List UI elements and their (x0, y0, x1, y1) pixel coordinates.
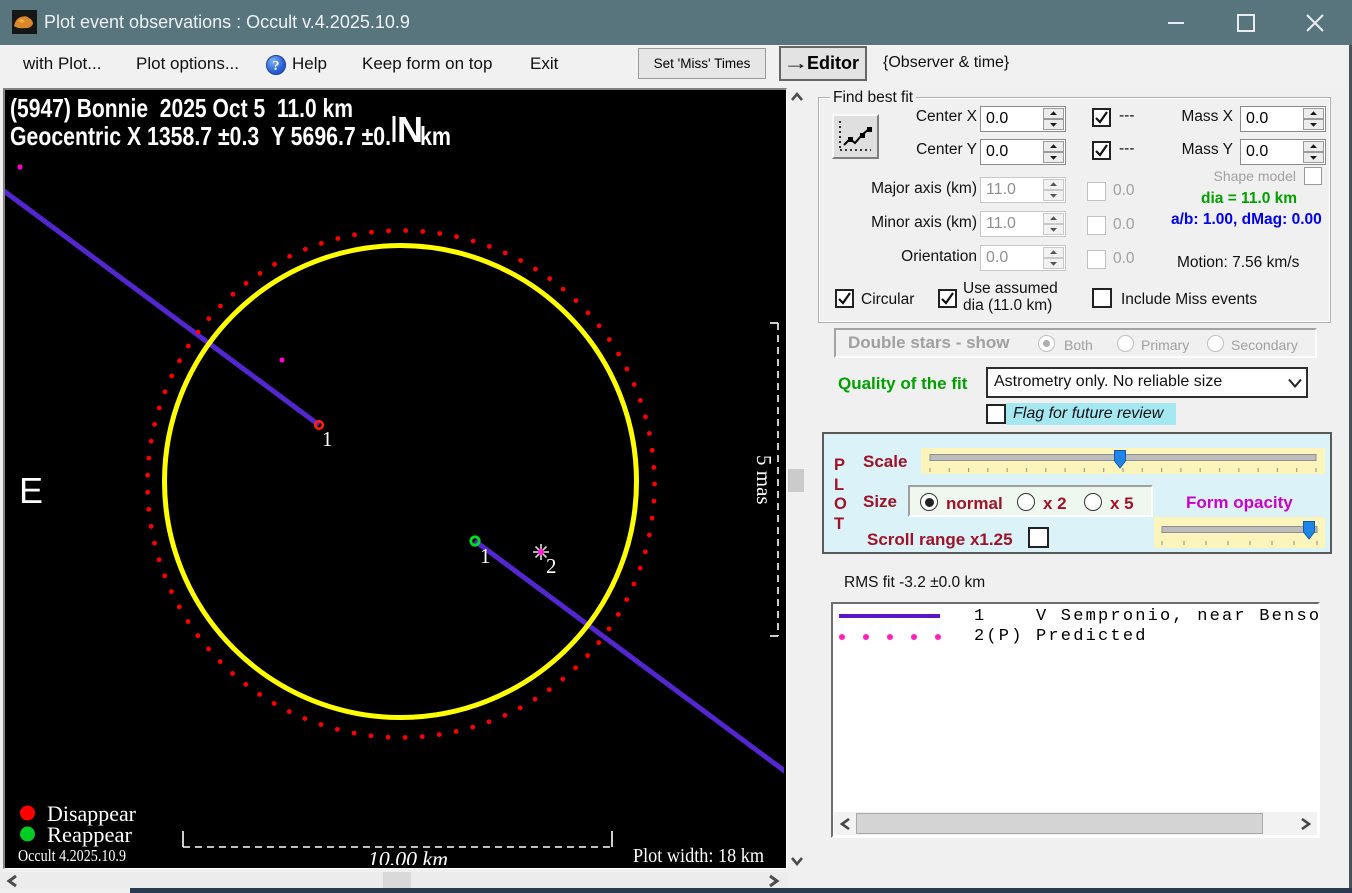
svg-text:2: 2 (546, 554, 557, 578)
svg-text:E: E (19, 470, 43, 511)
svg-text:Geocentric X 1358.7 ±0.3 Y 56: Geocentric X 1358.7 ±0.3 Y 5696.7 ±0. (10, 121, 391, 151)
svg-text:10.00 km: 10.00 km (368, 847, 448, 865)
svg-text:Plot width: 18 km: Plot width: 18 km (633, 845, 764, 865)
svg-text:km: km (420, 121, 451, 151)
svg-text:5 mas: 5 mas (752, 455, 776, 505)
svg-text:(5947) Bonnie 2025 Oct 5 11.: (5947) Bonnie 2025 Oct 5 11.0 km (10, 93, 353, 123)
svg-text:Reappear: Reappear (47, 822, 133, 847)
svg-text:N: N (397, 109, 423, 150)
svg-text:Occult 4.2025.10.9: Occult 4.2025.10.9 (18, 846, 126, 865)
svg-text:1: 1 (480, 544, 491, 568)
svg-text:1: 1 (322, 427, 333, 451)
svg-text:?: ? (273, 59, 280, 74)
